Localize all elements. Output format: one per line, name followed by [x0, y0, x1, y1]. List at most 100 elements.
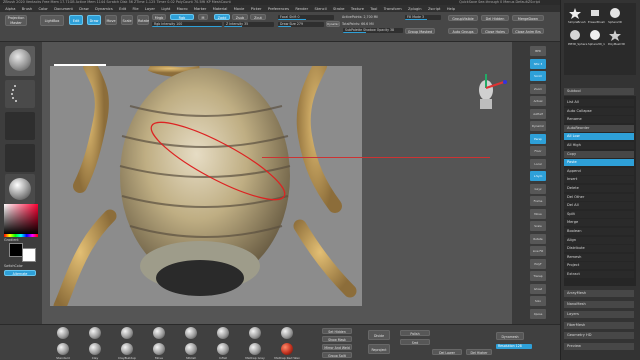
del-hidden-button[interactable]: Del Hidden	[481, 15, 509, 21]
brush-slot[interactable]: Inflat	[208, 343, 238, 360]
subtool-row[interactable]: Boolean	[564, 228, 634, 235]
dynamic-button[interactable]: Dynamic	[326, 21, 340, 27]
smt-button[interactable]: Smt	[400, 339, 430, 345]
merge-down-button[interactable]: MergeDown	[512, 15, 544, 21]
view-button[interactable]: Persp	[530, 133, 546, 144]
brush-slot[interactable]	[48, 327, 78, 340]
menu-item[interactable]: File	[129, 7, 141, 11]
secondary-color-swatch[interactable]	[9, 243, 23, 257]
subtool-header[interactable]: Subtool	[564, 88, 634, 95]
rotate-button[interactable]: Rotate	[137, 15, 149, 25]
main-color-swatch[interactable]	[22, 248, 36, 262]
menu-item[interactable]: Layer	[142, 7, 158, 11]
subpalette-shadow-slider[interactable]: SubPalette Shadow Opacity 38	[343, 28, 403, 33]
view-button[interactable]: Scale	[530, 221, 546, 231]
view-button[interactable]: Dynamic	[530, 121, 546, 131]
menu-item[interactable]: Help	[444, 7, 459, 11]
orientation-gizmo[interactable]	[472, 68, 512, 116]
brush-slot[interactable]: Standard	[48, 343, 78, 360]
focal-shift-slider[interactable]: Focal Shift 0	[278, 15, 334, 20]
view-button[interactable]: Zoom	[530, 83, 546, 94]
group-visible-button[interactable]: GroupVisible	[448, 15, 478, 21]
tray-section-row[interactable]: ArrayMesh	[564, 290, 634, 297]
group-masked-button[interactable]: Group Masked	[405, 28, 435, 34]
brush-slot[interactable]	[144, 327, 174, 340]
menu-item[interactable]: Brush	[19, 7, 36, 11]
brush-slot[interactable]	[176, 327, 206, 340]
fill-mode-slider[interactable]: Fill Mode 3	[405, 15, 441, 20]
menu-item[interactable]: Stroke	[330, 7, 348, 11]
brush-slot[interactable]	[208, 327, 238, 340]
del-lower-button[interactable]: Del Lower	[432, 349, 462, 355]
menu-item[interactable]: Light	[158, 7, 173, 11]
mrgb-button[interactable]: Mrgb	[152, 14, 166, 20]
view-button[interactable]: Local	[530, 158, 546, 169]
subtool-row[interactable]: Distribute	[564, 245, 634, 253]
view-button[interactable]: AAHalf	[530, 108, 546, 119]
gradient-label[interactable]: Gradient	[4, 238, 19, 242]
close-anim-button[interactable]: Close Anim Brs	[512, 28, 544, 34]
subtool-row[interactable]: Del All	[564, 202, 634, 210]
view-button[interactable]: Frame	[530, 196, 546, 206]
view-button[interactable]: Line Fill	[530, 246, 546, 256]
subtool-row[interactable]: Copy	[564, 150, 634, 158]
subtool-row[interactable]: Remesh	[564, 253, 634, 261]
menu-item[interactable]: Zplugin	[405, 7, 425, 11]
tool-pm3d-sphere[interactable]: PM3D_Sphere	[568, 29, 587, 46]
show-mask-button[interactable]: Show Mask	[322, 336, 352, 342]
projection-master-button[interactable]: Projection Master	[5, 15, 27, 26]
alternate-button[interactable]: Alternate	[4, 270, 36, 276]
menu-item[interactable]: Picker	[248, 7, 265, 11]
brush-slot[interactable]: Clay	[80, 343, 110, 360]
z-intensity-slider[interactable]: Z Intensity 35	[224, 22, 274, 27]
tool-sphere3d[interactable]: Sphere3D	[608, 7, 622, 24]
set-hidden-button[interactable]: Set Hidden	[322, 328, 352, 334]
menu-item[interactable]: Color	[35, 7, 51, 11]
texture-thumbnail[interactable]	[5, 144, 35, 172]
rgb-intensity-slider[interactable]: Rgb Intensity 100	[152, 22, 222, 27]
menu-item[interactable]: Edit	[116, 7, 129, 11]
view-button[interactable]: Gxyz	[530, 183, 546, 194]
mirror-and-weld-button[interactable]: Mirror And Weld	[322, 344, 352, 350]
menu-item[interactable]: Document	[51, 7, 76, 11]
subtool-row[interactable]: Rename	[564, 116, 634, 124]
close-holes-button[interactable]: Close Holes	[481, 28, 509, 34]
reproject-button[interactable]: Reproject	[368, 344, 390, 354]
subtool-row[interactable]: All High	[564, 142, 634, 149]
subtool-row[interactable]: Del Other	[564, 193, 634, 201]
menu-item[interactable]: Material	[210, 7, 231, 11]
subtool-row[interactable]: Append	[564, 167, 634, 175]
draw-button[interactable]: Draw	[87, 15, 101, 25]
divide-button[interactable]: Divide	[368, 330, 390, 340]
menu-item[interactable]: Texture	[348, 7, 368, 11]
subtool-row[interactable]: Align	[564, 236, 634, 244]
view-button[interactable]: Rotate	[530, 233, 546, 244]
stroke-thumbnail[interactable]	[5, 80, 35, 108]
color-picker[interactable]	[4, 204, 38, 234]
subtool-row[interactable]: Paste	[564, 159, 634, 167]
tool-simple-brush[interactable]: SimpleBrush	[568, 7, 586, 24]
subtool-row[interactable]: Insert	[564, 176, 634, 184]
m-button[interactable]: M	[198, 14, 208, 20]
view-button[interactable]: Transp	[530, 271, 546, 281]
brush-slot[interactable]: MatCap Gray	[240, 343, 270, 360]
auto-groups-button[interactable]: Auto Groups	[448, 28, 478, 34]
brush-slot[interactable]	[272, 327, 302, 340]
zsub-button[interactable]: Zsub	[232, 14, 248, 20]
menu-item[interactable]: Preferences	[265, 7, 293, 11]
menu-item[interactable]: Zscript	[425, 7, 444, 11]
view-button[interactable]: Actual	[530, 96, 546, 106]
del-higher-button[interactable]: Del Higher	[466, 349, 492, 355]
subtool-row[interactable]: List All	[564, 99, 634, 106]
subtool-row[interactable]: AutoReorder	[564, 124, 634, 132]
group-split-button[interactable]: Group Split	[322, 352, 352, 358]
tray-section-row[interactable]: NanoMesh	[564, 300, 634, 308]
menu-item[interactable]: Dynamics	[92, 7, 116, 11]
tray-section-row[interactable]: Layers	[564, 311, 634, 318]
subtool-row[interactable]: Project	[564, 262, 634, 270]
menu-item[interactable]: Draw	[76, 7, 92, 11]
hue-strip[interactable]	[4, 234, 38, 237]
brush-slot[interactable]	[240, 327, 270, 340]
menu-item[interactable]: Transform	[381, 7, 405, 11]
menu-item[interactable]: Movie	[231, 7, 248, 11]
